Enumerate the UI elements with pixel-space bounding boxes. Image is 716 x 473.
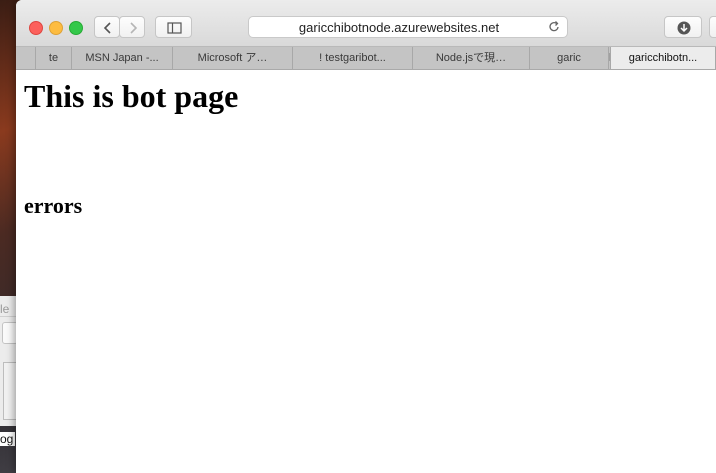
- desktop-item-label: og: [0, 432, 16, 446]
- tab-2[interactable]: MSN Japan -...: [72, 47, 173, 69]
- background-window-thumbnail: [3, 362, 17, 420]
- page-content: This is bot page errors: [16, 70, 716, 473]
- sidebar-icon: [167, 22, 182, 34]
- tab-label: garicchibotn...: [628, 52, 698, 64]
- browser-toolbar: garicchibotnode.azurewebsites.net: [16, 0, 716, 47]
- tab-label: te: [48, 52, 59, 64]
- background-window-text: le: [0, 302, 10, 316]
- tab-5[interactable]: Node.jsで現…: [413, 47, 530, 69]
- tab-6[interactable]: garic: [530, 47, 609, 69]
- forward-button[interactable]: [119, 16, 145, 38]
- tab-blank[interactable]: [16, 47, 36, 69]
- tab-label: Microsoft ア…: [197, 52, 268, 64]
- tab-label: garic: [557, 52, 581, 64]
- close-window-button[interactable]: [29, 21, 43, 35]
- tab-1[interactable]: te: [36, 47, 72, 69]
- minimize-window-button[interactable]: [49, 21, 63, 35]
- chevron-right-icon: [130, 22, 138, 34]
- address-bar[interactable]: garicchibotnode.azurewebsites.net: [248, 16, 568, 38]
- reload-icon[interactable]: [547, 20, 561, 34]
- tab-4[interactable]: ! testgaribot...: [293, 47, 413, 69]
- back-button[interactable]: [94, 16, 120, 38]
- tab-active[interactable]: garicchibotn...: [610, 47, 716, 69]
- tab-label: ! testgaribot...: [319, 52, 386, 64]
- maximize-window-button[interactable]: [69, 21, 83, 35]
- page-title: This is bot page: [24, 78, 239, 114]
- downloads-button[interactable]: [664, 16, 702, 38]
- sidebar-button[interactable]: [155, 16, 192, 38]
- share-button[interactable]: [709, 16, 716, 38]
- chevron-left-icon: [103, 22, 111, 34]
- tab-label: Node.jsで現…: [435, 52, 507, 64]
- errors-heading: errors: [24, 193, 83, 218]
- tab-label: MSN Japan -...: [85, 52, 159, 64]
- tab-bar: te MSN Japan -... Microsoft ア… ! testgar…: [16, 47, 716, 70]
- download-icon: [677, 21, 691, 35]
- browser-window: garicchibotnode.azurewebsites.net te MSN…: [16, 0, 716, 473]
- address-text: garicchibotnode.azurewebsites.net: [298, 20, 500, 35]
- tab-3[interactable]: Microsoft ア…: [173, 47, 293, 69]
